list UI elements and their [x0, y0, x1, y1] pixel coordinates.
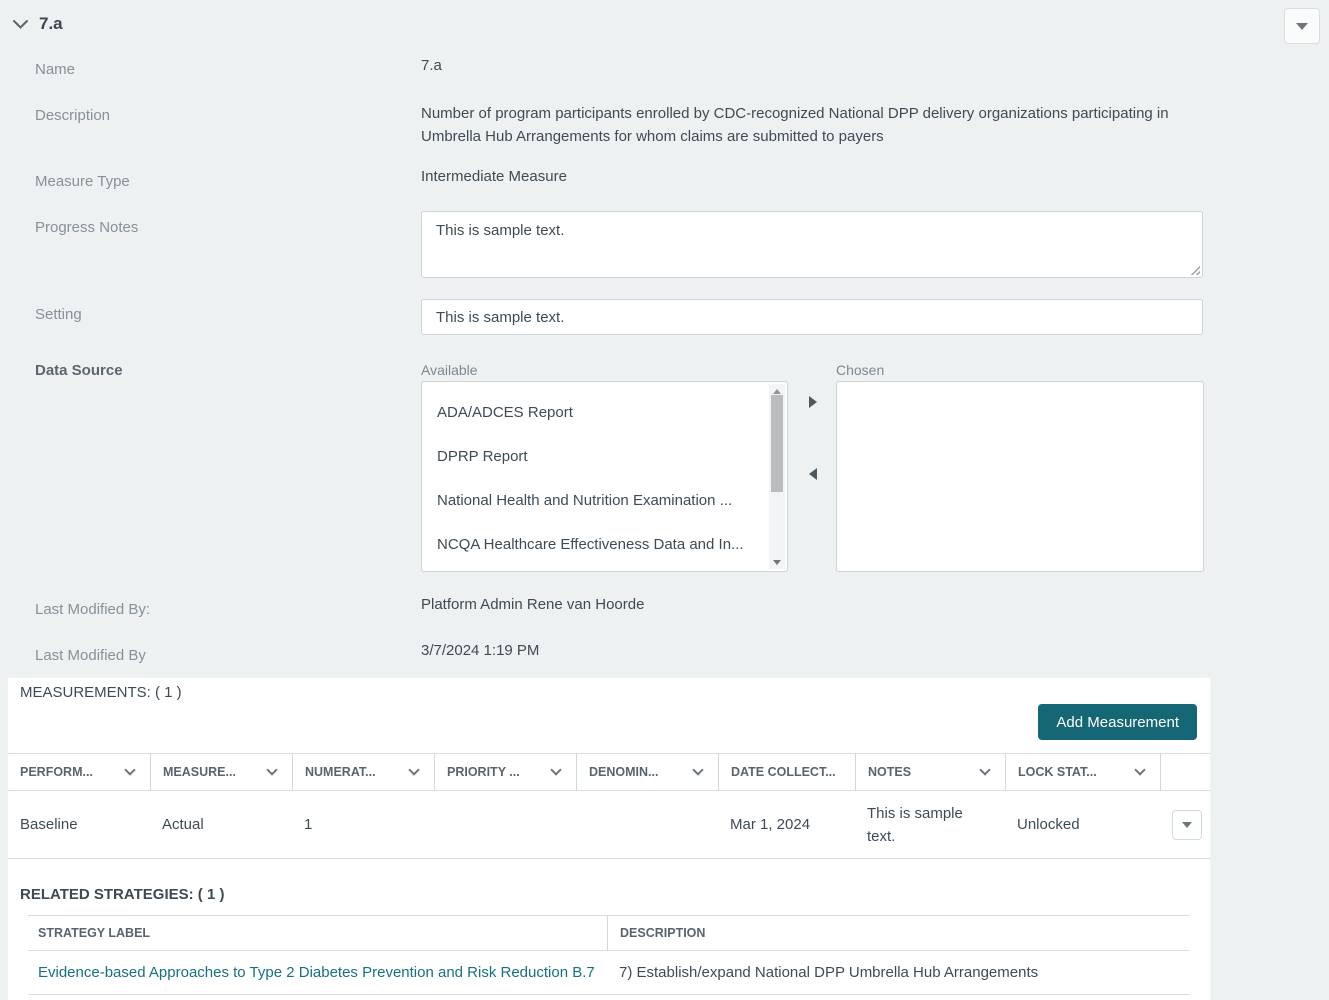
- move-right-button[interactable]: [806, 395, 820, 409]
- column-header-measure[interactable]: MEASURE...: [150, 754, 292, 790]
- available-listbox: ADA/ADCES Report DPRP Report National He…: [421, 381, 788, 572]
- column-header-denominator[interactable]: DENOMIN...: [576, 754, 718, 790]
- section-menu-button[interactable]: [1284, 8, 1320, 44]
- name-value: 7.a: [421, 57, 442, 74]
- details-panel: MEASUREMENTS: ( 1 ) Add Measurement PERF…: [8, 678, 1210, 1000]
- setting-input[interactable]: [421, 299, 1203, 335]
- list-item[interactable]: DPRP Report: [422, 434, 763, 478]
- triangle-left-icon: [809, 468, 817, 480]
- table-row: Baseline Actual 1 Mar 1, 2024 This is sa…: [8, 791, 1210, 859]
- cell-lock-status: Unlocked: [1017, 816, 1080, 833]
- related-strategies-title: RELATED STRATEGIES: ( 1 ): [20, 886, 225, 903]
- list-item[interactable]: ADA/ADCES Report: [422, 390, 763, 434]
- column-header-description: DESCRIPTION: [607, 916, 1190, 950]
- related-strategies-header-row: STRATEGY LABEL DESCRIPTION: [28, 915, 1190, 951]
- scrollbar-thumb[interactable]: [771, 395, 783, 492]
- chevron-down-icon: [550, 764, 562, 776]
- description-value: Number of program participants enrolled …: [421, 105, 1169, 145]
- cell-notes: This is sample text.: [867, 804, 963, 845]
- cell-denominator: [576, 791, 718, 858]
- chevron-down-icon[interactable]: [12, 19, 29, 30]
- strategy-link[interactable]: Evidence-based Approaches to Type 2 Diab…: [38, 964, 595, 981]
- table-row: Evidence-based Approaches to Type 2 Diab…: [28, 951, 1190, 995]
- row-menu-button[interactable]: [1172, 809, 1202, 840]
- column-header-lock-status[interactable]: LOCK STAT...: [1005, 754, 1160, 790]
- progress-notes-field-wrap: This is sample text.: [421, 211, 1203, 278]
- cell-priority: [434, 791, 576, 858]
- last-modified-by-label: Last Modified By:: [35, 601, 151, 618]
- column-header-strategy-label: STRATEGY LABEL: [38, 926, 151, 940]
- cell-numerator: 1: [304, 816, 313, 833]
- cell-strategy-label: Evidence-based Approaches to Type 2 Diab…: [28, 951, 607, 994]
- last-modified-date-value: 3/7/2024 1:19 PM: [421, 642, 540, 659]
- last-modified-date-label: Last Modified By: [35, 647, 146, 664]
- measurements-title: MEASUREMENTS: ( 1 ): [20, 684, 182, 701]
- chevron-down-icon: [408, 764, 420, 776]
- chevron-down-icon: [979, 764, 991, 776]
- triangle-down-icon: [1296, 22, 1308, 30]
- column-header-numerator[interactable]: NUMERAT...: [292, 754, 434, 790]
- chosen-label: Chosen: [836, 362, 885, 378]
- list-item[interactable]: National Health and Nutrition Examinatio…: [422, 478, 763, 522]
- description-label: Description: [35, 107, 111, 124]
- name-label: Name: [35, 61, 76, 78]
- available-label: Available: [421, 362, 478, 378]
- column-header-date-collected[interactable]: DATE COLLECT...: [718, 754, 855, 790]
- chevron-down-icon: [124, 764, 136, 776]
- cell-performance: Baseline: [20, 816, 78, 833]
- scroll-down-icon[interactable]: [769, 555, 785, 569]
- chevron-down-icon: [692, 764, 704, 776]
- available-options: ADA/ADCES Report DPRP Report National He…: [422, 382, 787, 566]
- cell-date-collected: Mar 1, 2024: [730, 816, 811, 833]
- measure-type-value: Intermediate Measure: [421, 168, 567, 185]
- section-header: 7.a: [12, 14, 63, 34]
- chevron-down-icon: [266, 764, 278, 776]
- cell-actions: [1160, 791, 1222, 858]
- triangle-down-icon: [1182, 821, 1192, 828]
- progress-notes-textarea[interactable]: This is sample text.: [421, 211, 1203, 278]
- triangle-right-icon: [809, 396, 817, 408]
- chosen-listbox[interactable]: [836, 381, 1204, 572]
- add-measurement-button[interactable]: Add Measurement: [1038, 704, 1197, 740]
- measurements-header-row: PERFORM... MEASURE... NUMERAT... PRIORIT…: [8, 753, 1210, 791]
- column-header-notes[interactable]: NOTES: [855, 754, 1005, 790]
- list-item[interactable]: NCQA Healthcare Effectiveness Data and I…: [422, 522, 763, 566]
- chevron-down-icon: [1134, 764, 1146, 776]
- related-strategies-table: STRATEGY LABEL DESCRIPTION Evidence-base…: [28, 915, 1190, 995]
- column-header-actions: [1160, 754, 1210, 790]
- measure-type-label: Measure Type: [35, 173, 130, 190]
- page-title: 7.a: [39, 14, 63, 33]
- setting-label: Setting: [35, 306, 82, 323]
- progress-notes-label: Progress Notes: [35, 219, 139, 236]
- cell-measure: Actual: [162, 816, 204, 833]
- column-header-priority[interactable]: PRIORITY ...: [434, 754, 576, 790]
- data-source-label: Data Source: [35, 362, 123, 379]
- scrollbar[interactable]: [769, 384, 785, 569]
- column-header-performance[interactable]: PERFORM...: [8, 754, 150, 790]
- cell-description: 7) Establish/expand National DPP Umbrell…: [619, 964, 1039, 981]
- last-modified-by-value: Platform Admin Rene van Hoorde: [421, 596, 645, 613]
- move-left-button[interactable]: [806, 467, 820, 481]
